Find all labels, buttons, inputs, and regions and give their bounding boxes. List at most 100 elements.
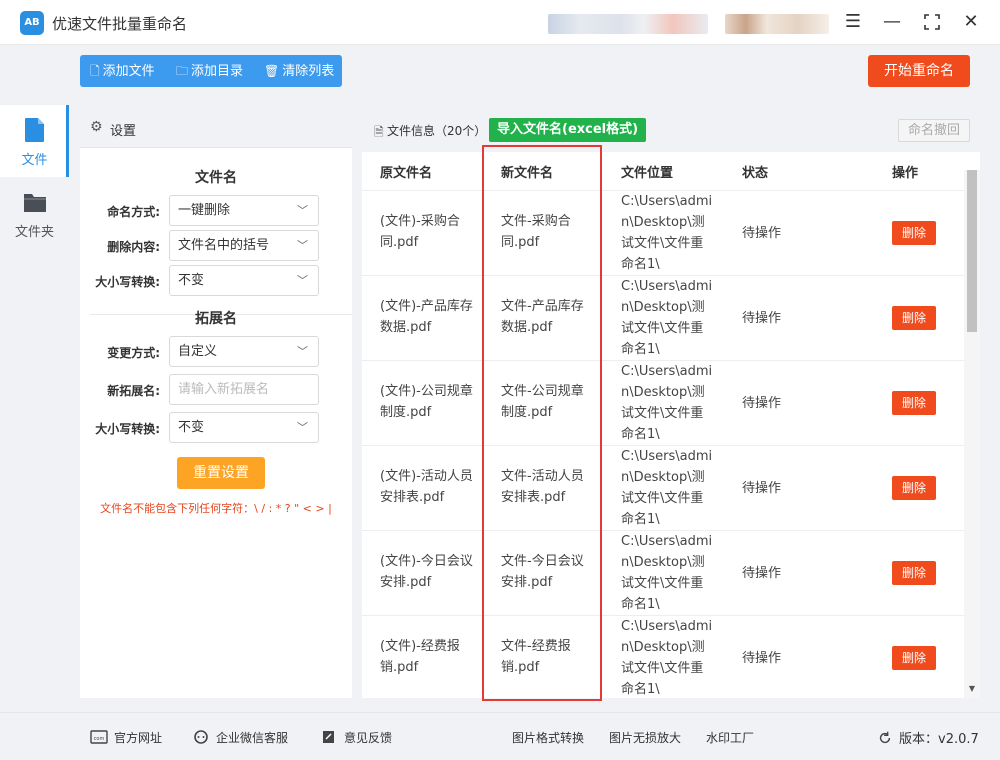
original-filename: (文件)-经费报销.pdf bbox=[380, 639, 460, 675]
maximize-icon[interactable] bbox=[920, 10, 944, 34]
filename-section-title: 文件名 bbox=[195, 170, 237, 186]
table-row[interactable]: (文件)-公司规章制度.pdf 文件-公司规章制度.pdf C:\Users\a… bbox=[362, 360, 964, 445]
table-row[interactable]: (文件)-活动人员安排表.pdf 文件-活动人员安排表.pdf C:\Users… bbox=[362, 445, 964, 530]
svg-text:com: com bbox=[94, 736, 105, 742]
refresh-icon bbox=[879, 731, 891, 744]
chevron-down-icon: ﹀ bbox=[297, 204, 308, 217]
settings-title: 设置 bbox=[110, 124, 137, 139]
feedback-label: 意见反馈 bbox=[344, 731, 393, 745]
delete-row-button[interactable]: 删除 bbox=[892, 221, 936, 245]
reset-settings-button[interactable]: 重置设置 bbox=[177, 457, 265, 489]
image-convert-link[interactable]: 图片格式转换 bbox=[512, 729, 584, 746]
nav-item-files[interactable]: 文件 bbox=[0, 105, 69, 177]
add-file-button[interactable]: 🗋 添加文件 bbox=[90, 55, 155, 87]
delete-content-value: 文件名中的括号 bbox=[178, 238, 270, 253]
delete-row-button[interactable]: 删除 bbox=[892, 306, 936, 330]
nav-item-folder[interactable]: 文件夹 bbox=[0, 177, 69, 249]
file-count-info: 文件信息（20个） bbox=[387, 124, 487, 138]
document-icon: 🗎 bbox=[374, 125, 384, 139]
original-filename: (文件)-公司规章制度.pdf bbox=[380, 384, 473, 420]
scrollbar-thumb[interactable] bbox=[967, 170, 977, 332]
change-mode-select[interactable]: 自定义 ﹀ bbox=[169, 336, 319, 367]
table-row[interactable]: (文件)-采购合同.pdf 文件-采购合同.pdf C:\Users\admin… bbox=[362, 190, 964, 275]
import-excel-button[interactable]: 导入文件名(excel格式) bbox=[489, 118, 647, 142]
table-row[interactable]: (文件)-经费报销.pdf 文件-经费报销.pdf C:\Users\admin… bbox=[362, 615, 964, 700]
delete-row-button[interactable]: 删除 bbox=[892, 561, 936, 585]
file-location: C:\Users\admin\Desktop\测试文件\文件重命名1\ bbox=[621, 619, 713, 697]
blurred-account-info bbox=[548, 14, 708, 34]
official-website-label: 官方网址 bbox=[114, 731, 163, 745]
original-filename: (文件)-采购合同.pdf bbox=[380, 214, 460, 250]
delete-content-label: 删除内容: bbox=[107, 240, 160, 254]
new-filename: 文件-产品库存数据.pdf bbox=[501, 299, 584, 335]
scrollbar[interactable]: ▼ bbox=[964, 170, 980, 698]
version-info[interactable]: 版本：v2.0.7 bbox=[877, 728, 979, 747]
new-filename: 文件-公司规章制度.pdf bbox=[501, 384, 584, 420]
website-icon: com bbox=[90, 730, 108, 744]
app-logo: AB bbox=[20, 11, 44, 35]
extension-case-value: 不变 bbox=[178, 420, 205, 435]
minimize-icon[interactable]: — bbox=[880, 10, 904, 34]
title-bar: AB 优速文件批量重命名 ☰ — ✕ bbox=[0, 0, 1000, 45]
case-label: 大小写转换: bbox=[95, 275, 160, 289]
clear-list-button[interactable]: 🗑 清除列表 bbox=[264, 55, 334, 87]
file-status: 待操作 bbox=[742, 481, 782, 496]
folder-outline-icon: 🗀 bbox=[176, 64, 189, 78]
add-file-label: 添加文件 bbox=[102, 64, 155, 79]
add-directory-button[interactable]: 🗀 添加目录 bbox=[176, 55, 243, 87]
extension-case-select[interactable]: 不变 ﹀ bbox=[169, 412, 319, 443]
footer: com 官方网址 企业微信客服 意见反馈 图片格式转换 图片无损放大 水印工厂 版… bbox=[0, 712, 1000, 760]
new-extension-input[interactable] bbox=[169, 374, 319, 405]
clear-list-label: 清除列表 bbox=[282, 64, 335, 79]
column-header-action: 操作 bbox=[892, 166, 919, 181]
file-location: C:\Users\admin\Desktop\测试文件\文件重命名1\ bbox=[621, 449, 713, 527]
watermark-link[interactable]: 水印工厂 bbox=[706, 729, 754, 746]
chevron-down-icon: ﹀ bbox=[297, 421, 308, 434]
chat-icon bbox=[194, 730, 208, 744]
naming-mode-select[interactable]: 一键删除 ﹀ bbox=[169, 195, 319, 226]
image-zoom-link[interactable]: 图片无损放大 bbox=[609, 729, 681, 746]
undo-rename-button[interactable]: 命名撤回 bbox=[898, 119, 970, 142]
file-status: 待操作 bbox=[742, 311, 782, 326]
file-list-panel: 🗎 文件信息（20个） 导入文件名(excel格式) 命名撤回 原文件名 新文件… bbox=[362, 108, 980, 698]
column-header-new: 新文件名 bbox=[501, 166, 554, 181]
naming-mode-value: 一键删除 bbox=[178, 203, 231, 218]
column-header-location: 文件位置 bbox=[621, 166, 674, 181]
delete-row-button[interactable]: 删除 bbox=[892, 476, 936, 500]
add-directory-label: 添加目录 bbox=[191, 64, 244, 79]
settings-header: ⚙ 设置 bbox=[80, 108, 352, 148]
close-icon[interactable]: ✕ bbox=[959, 10, 983, 34]
new-filename: 文件-采购合同.pdf bbox=[501, 214, 571, 250]
scroll-down-icon[interactable]: ▼ bbox=[964, 684, 980, 698]
table-row[interactable]: (文件)-产品库存数据.pdf 文件-产品库存数据.pdf C:\Users\a… bbox=[362, 275, 964, 360]
original-filename: (文件)-活动人员安排表.pdf bbox=[380, 469, 473, 505]
file-location: C:\Users\admin\Desktop\测试文件\文件重命名1\ bbox=[621, 534, 713, 612]
delete-row-button[interactable]: 删除 bbox=[892, 646, 936, 670]
gear-icon: ⚙ bbox=[90, 119, 103, 135]
official-website-link[interactable]: com 官方网址 bbox=[90, 729, 162, 746]
table-row[interactable]: (文件)-今日会议安排.pdf 文件-今日会议安排.pdf C:\Users\a… bbox=[362, 530, 964, 615]
wechat-support-label: 企业微信客服 bbox=[216, 731, 289, 745]
file-location: C:\Users\admin\Desktop\测试文件\文件重命名1\ bbox=[621, 194, 713, 272]
file-icon bbox=[25, 118, 44, 142]
change-mode-label: 变更方式: bbox=[107, 346, 160, 360]
delete-row-button[interactable]: 删除 bbox=[892, 391, 936, 415]
start-rename-button[interactable]: 开始重命名 bbox=[868, 55, 970, 87]
delete-content-select[interactable]: 文件名中的括号 ﹀ bbox=[169, 230, 319, 261]
new-filename: 文件-活动人员安排表.pdf bbox=[501, 469, 584, 505]
nav-label-files: 文件 bbox=[21, 153, 48, 168]
left-nav: 文件 文件夹 bbox=[0, 45, 69, 710]
original-filename: (文件)-产品库存数据.pdf bbox=[380, 299, 473, 335]
new-filename: 文件-今日会议安排.pdf bbox=[501, 554, 584, 590]
wechat-support-link[interactable]: 企业微信客服 bbox=[192, 729, 288, 746]
menu-icon[interactable]: ☰ bbox=[841, 10, 865, 34]
file-status: 待操作 bbox=[742, 396, 782, 411]
settings-panel: ⚙ 设置 文件名 命名方式: 一键删除 ﹀ 删除内容: 文件名中的括号 ﹀ 大小… bbox=[80, 108, 352, 698]
case-value: 不变 bbox=[178, 273, 205, 288]
feedback-link[interactable]: 意见反馈 bbox=[320, 729, 392, 746]
invalid-chars-warning: 文件名不能包含下列任何字符：\ / : * ? " < > | bbox=[100, 502, 332, 515]
blurred-avatar bbox=[725, 14, 829, 34]
case-select[interactable]: 不变 ﹀ bbox=[169, 265, 319, 296]
feedback-icon bbox=[323, 731, 334, 743]
nav-label-folder: 文件夹 bbox=[14, 225, 54, 240]
